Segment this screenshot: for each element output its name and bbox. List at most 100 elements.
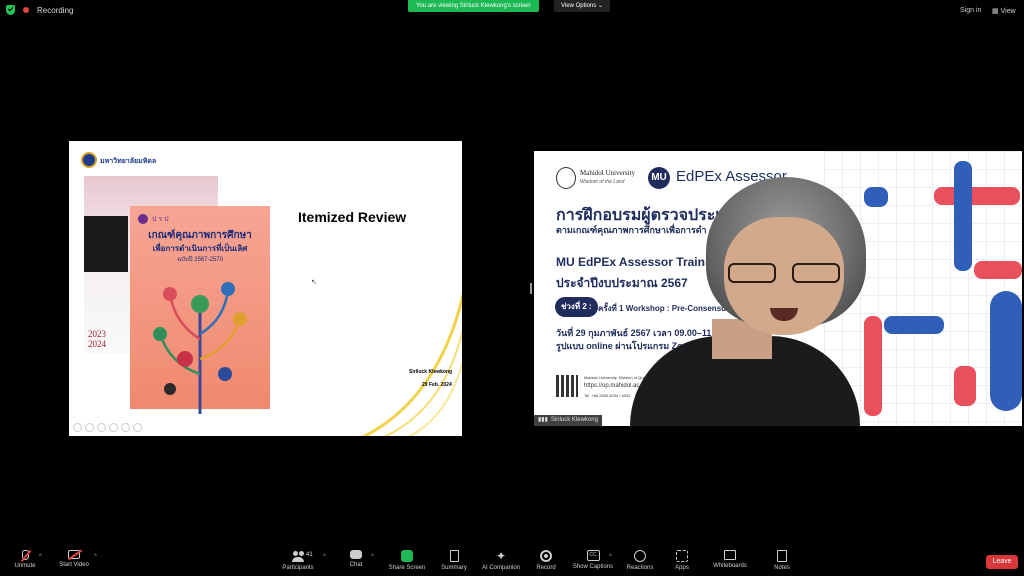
- whiteboards-label: Whiteboards: [713, 563, 747, 569]
- reactions-button[interactable]: Reactions: [624, 550, 656, 571]
- mahidol-seal-icon: [81, 152, 97, 168]
- participants-icon: [292, 550, 304, 562]
- slide-pen-icon[interactable]: [97, 423, 106, 432]
- recording-indicator[interactable]: Recording: [6, 5, 73, 15]
- slide-more-icon[interactable]: [133, 423, 142, 432]
- viewing-screen-banner: You are viewing Siriluck Klewkong's scre…: [408, 0, 539, 12]
- share-screen-icon: [401, 550, 413, 562]
- show-captions-label: Show Captions: [572, 564, 614, 570]
- signal-bars-icon: ▮▮▮: [538, 417, 548, 423]
- slide-author: Siriluck Klewkong: [409, 369, 453, 375]
- apps-button[interactable]: Apps: [672, 550, 692, 571]
- view-button[interactable]: ▦ View: [992, 7, 1016, 16]
- workshop-label: ครั้งที่ 1 Workshop : Pre-Consensus: [598, 304, 731, 313]
- book-back-year: 2023 2024: [88, 329, 106, 349]
- slide-zoom-icon[interactable]: [121, 423, 130, 432]
- chat-label: Chat: [349, 562, 363, 568]
- mahidol-logo-icon: [556, 167, 576, 189]
- decorative-blue-bar: [990, 291, 1022, 411]
- decorative-red-bar: [974, 261, 1022, 279]
- fiscal-year: ประจำปีงบประมาณ 2567: [556, 276, 688, 290]
- apps-icon: [676, 550, 688, 562]
- tree-illustration-icon: [153, 282, 247, 414]
- start-video-label: Start Video: [59, 562, 89, 568]
- chat-chevron-icon[interactable]: ^: [371, 554, 374, 560]
- video-off-icon: [68, 550, 80, 559]
- footer-org: Mahidol University, Division of Quality: [584, 375, 651, 380]
- decorative-blue-bar: [864, 187, 888, 207]
- view-options-button[interactable]: View Options ⌄: [554, 0, 610, 12]
- sign-in-link[interactable]: Sign in: [960, 7, 981, 14]
- slide-title: Itemized Review: [298, 209, 407, 225]
- notes-label: Notes: [774, 565, 790, 571]
- chat-button[interactable]: Chat: [346, 550, 366, 568]
- edpex-logo: MU: [648, 167, 670, 189]
- unmute-button[interactable]: Unmute: [12, 550, 38, 569]
- training-subheading-th: ตามเกณฑ์คุณภาพการศึกษาเพื่อการดำ: [556, 225, 707, 235]
- participants-count: 41: [306, 552, 313, 558]
- share-screen-label: Share Screen: [388, 565, 426, 571]
- unmute-label: Unmute: [14, 563, 36, 569]
- chevron-down-icon: ⌄: [597, 3, 603, 9]
- slide-next-icon[interactable]: [85, 423, 94, 432]
- ai-companion-label: AI Companion: [481, 565, 521, 571]
- mu-tagline: Wisdom of the Land: [580, 179, 625, 185]
- sparkle-icon: ✦: [495, 549, 507, 563]
- book-logo-icon: [138, 214, 148, 224]
- video-options-chevron-icon[interactable]: ^: [94, 554, 97, 560]
- share-screen-button[interactable]: Share Screen: [388, 550, 426, 571]
- slide-prev-icon[interactable]: [73, 423, 82, 432]
- security-shield-icon[interactable]: [6, 5, 15, 15]
- mu-name: Mahidol University: [580, 169, 636, 177]
- presentation-slide: มหาวิทยาลัยมหิดล 2023 2024 ป ร ป เกณฑ์คุ…: [69, 141, 462, 436]
- decorative-red-bar: [934, 187, 1020, 205]
- decorative-blue-bar: [954, 161, 972, 271]
- slide-controls: [73, 423, 142, 432]
- ai-companion-button[interactable]: ✦ AI Companion: [479, 550, 523, 571]
- whiteboard-icon: [724, 550, 736, 560]
- book-title: เกณฑ์คุณภาพการศึกษา: [148, 230, 252, 241]
- audio-options-chevron-icon[interactable]: ^: [39, 554, 42, 560]
- emoji-icon: [634, 550, 646, 562]
- show-captions-button[interactable]: CC Show Captions: [571, 550, 615, 570]
- session-pill: ช่วงที่ 2 :: [555, 297, 598, 317]
- decorative-red-bar: [954, 366, 976, 406]
- record-icon: [540, 550, 552, 562]
- recording-label: Recording: [37, 5, 74, 15]
- notes-button[interactable]: Notes: [771, 550, 793, 571]
- start-video-button[interactable]: Start Video: [56, 550, 92, 568]
- microphone-muted-icon: [21, 550, 29, 560]
- mouse-cursor-icon: ↖: [311, 279, 317, 286]
- decorative-red-bar: [864, 316, 882, 416]
- book-cover-back-dark-block: [84, 216, 128, 272]
- summary-button[interactable]: Summary: [439, 550, 469, 571]
- split-view-handle[interactable]: [530, 283, 532, 294]
- captions-icon: CC: [586, 550, 600, 561]
- grid-view-icon: ▦: [992, 8, 999, 15]
- participant-video[interactable]: Mahidol University Wisdom of the Land MU…: [534, 151, 1022, 426]
- book-logo-text: ป ร ป: [152, 216, 169, 223]
- captions-chevron-icon[interactable]: ^: [609, 554, 612, 560]
- whiteboards-button[interactable]: Whiteboards: [710, 550, 750, 569]
- qr-code-icon: [556, 375, 578, 397]
- notes-icon: [777, 550, 787, 562]
- record-label: Record: [536, 565, 556, 571]
- reactions-label: Reactions: [626, 565, 654, 571]
- decorative-blue-bar: [884, 316, 944, 334]
- slide-university-name: มหาวิทยาลัยมหิดล: [100, 158, 157, 165]
- slide-date: 29 Feb. 2024: [422, 382, 452, 388]
- leave-button[interactable]: Leave: [986, 555, 1018, 569]
- top-bar: Recording You are viewing Siriluck Klewk…: [0, 0, 1024, 22]
- participant-name-tag: ▮▮▮ Siriluck Klewkong: [534, 415, 602, 426]
- slide-settings-icon[interactable]: [109, 423, 118, 432]
- training-heading-en: MU EdPEx Assessor Training: [556, 255, 723, 269]
- participants-label: Participants: [282, 565, 314, 571]
- book-year: ฉบับปี 2567-2570: [177, 257, 223, 263]
- participant-glasses: [728, 263, 840, 285]
- summary-doc-icon: [449, 550, 459, 562]
- recording-dot-icon: [23, 7, 29, 13]
- record-button[interactable]: Record: [533, 550, 559, 571]
- participants-chevron-icon[interactable]: ^: [323, 554, 326, 560]
- footer-tel: Tel. +66 2849 6034 / 6032: [584, 393, 631, 398]
- view-label: View: [1000, 7, 1016, 15]
